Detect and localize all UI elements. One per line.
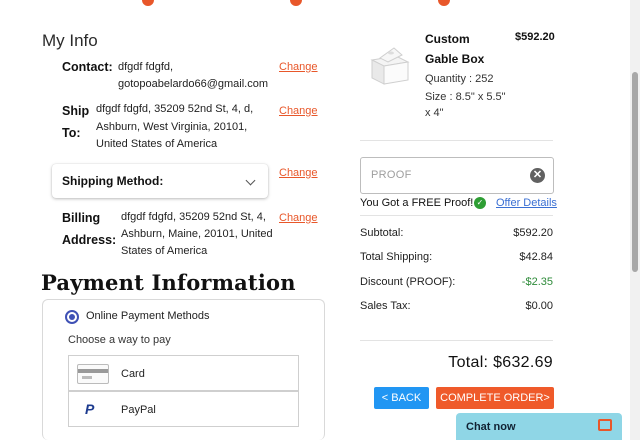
contact-name: dfgdf fdgfd, <box>118 61 174 73</box>
order-total: Total: $632.69 <box>448 354 553 372</box>
free-proof-message: You Got a FREE Proof! <box>360 197 474 209</box>
change-ship-to-link[interactable]: Change <box>279 105 318 117</box>
shipping-method-dropdown[interactable]: Shipping Method: <box>52 164 268 198</box>
product-price: $592.20 <box>515 31 555 43</box>
shipping-total-label: Total Shipping: <box>360 251 433 263</box>
shipping-method-label: Shipping Method: <box>62 174 164 188</box>
change-billing-link[interactable]: Change <box>279 212 318 224</box>
complete-order-button[interactable]: COMPLETE ORDER> <box>436 387 554 409</box>
subtotal-value: $592.20 <box>513 227 553 239</box>
chevron-down-icon <box>245 175 256 186</box>
payment-information-heading: Payment Information <box>41 270 296 295</box>
total-value: $632.69 <box>493 354 553 371</box>
promo-code-value: PROOF <box>371 169 412 181</box>
choose-payment-text: Choose a way to pay <box>68 334 171 346</box>
change-contact-link[interactable]: Change <box>279 61 318 73</box>
paypal-icon: P <box>85 401 95 417</box>
product-quantity: Quantity : 252 <box>425 73 494 85</box>
product-name: Custom Gable Box <box>425 32 485 66</box>
subtotal-label: Subtotal: <box>360 227 404 239</box>
product-size: Size : 8.5" x 5.5" x 4" <box>425 91 506 119</box>
check-icon: ✓ <box>474 197 486 209</box>
step-indicator-dot <box>142 0 154 6</box>
billing-address: dfgdf fdgfd, 35209 52nd St, 4, Ashburn, … <box>121 211 273 257</box>
online-payment-radio[interactable] <box>65 310 79 324</box>
divider <box>360 140 553 141</box>
discount-value: -$2.35 <box>521 276 553 288</box>
online-payment-label: Online Payment Methods <box>86 310 210 322</box>
credit-card-icon <box>77 364 109 384</box>
payment-method-card[interactable]: Card <box>68 355 299 391</box>
ship-to-label: Ship To: <box>62 104 90 140</box>
step-indicator-dot <box>290 0 302 6</box>
contact-value: dfgdf fdgfd, gotopoabelardo66@gmail.com <box>118 59 268 93</box>
sales-tax-value: $0.00 <box>525 300 553 312</box>
divider <box>360 340 553 341</box>
chat-now-widget[interactable]: Chat now <box>456 413 622 440</box>
chat-now-label: Chat now <box>466 421 516 433</box>
total-label: Total: <box>448 354 489 371</box>
discount-label: Discount (PROOF): <box>360 276 456 288</box>
billing-address-label: Billing Address: <box>62 211 117 247</box>
my-info-heading: My Info <box>42 31 98 50</box>
payment-method-name: PayPal <box>121 404 156 416</box>
clear-icon[interactable]: ✕ <box>530 168 545 183</box>
shipping-total-value: $42.84 <box>519 251 553 263</box>
ship-to-address: dfgdf fdgfd, 35209 52nd St, 4, d, Ashbur… <box>96 103 254 150</box>
contact-email: gotopoabelardo66@gmail.com <box>118 78 268 90</box>
step-indicator-dot <box>438 0 450 6</box>
scrollbar-thumb[interactable] <box>632 72 638 272</box>
contact-label: Contact: <box>62 60 113 74</box>
promo-code-field[interactable]: PROOF ✕ <box>360 157 554 194</box>
payment-method-paypal[interactable]: P PayPal <box>68 391 299 427</box>
payment-method-name: Card <box>121 368 145 380</box>
gable-box-product-image <box>370 47 410 85</box>
chat-bubble-icon <box>598 419 612 431</box>
sales-tax-label: Sales Tax: <box>360 300 411 312</box>
change-shipping-method-link[interactable]: Change <box>279 167 318 179</box>
offer-details-link[interactable]: Offer Details <box>496 197 557 209</box>
divider <box>360 215 553 216</box>
scrollbar[interactable] <box>630 0 640 440</box>
back-button[interactable]: < BACK <box>374 387 429 409</box>
